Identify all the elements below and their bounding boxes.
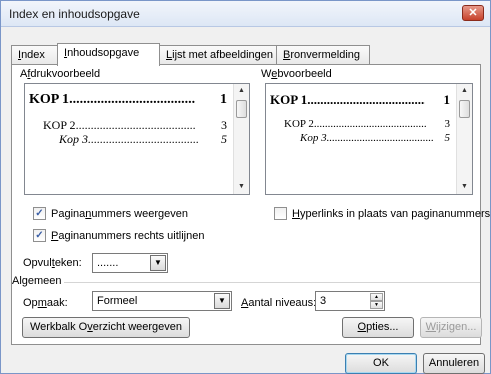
web-toc-entry-2: KOP 2...................................…	[284, 118, 450, 130]
print-toc-entry-1: KOP 1...................................…	[29, 92, 227, 107]
spin-up-icon[interactable]: ▲	[370, 293, 383, 301]
cancel-button[interactable]: Annuleren	[423, 353, 485, 374]
tab-index-label: ndex	[21, 49, 45, 61]
web-toc-entry-3: Kop 3...................................…	[300, 132, 450, 144]
tab-index[interactable]: Index	[11, 45, 58, 65]
chevron-down-icon[interactable]: ▼	[214, 293, 230, 309]
tab-citations[interactable]: Bronvermelding	[276, 45, 370, 65]
tab-citations-label: ronvermelding	[290, 49, 361, 61]
levels-label: Aantal niveaus:	[241, 297, 317, 309]
general-group-label: Algemeen	[12, 275, 62, 287]
print-preview: KOP 1...................................…	[24, 83, 250, 195]
checkbox-unchecked-icon[interactable]	[274, 207, 287, 220]
tab-leader-label: Opvulteken:	[23, 257, 82, 269]
dialog-title: Index en inhoudsopgave	[9, 7, 140, 21]
checkbox-checked-icon[interactable]: ✓	[33, 229, 46, 242]
ok-button[interactable]: OK	[345, 353, 417, 374]
tab-figures-label: ijst met afbeeldingen	[172, 49, 274, 61]
tab-figures[interactable]: Lijst met afbeeldingen	[159, 45, 277, 65]
format-select[interactable]: Formeel ▼	[92, 291, 232, 311]
close-button[interactable]: ✕	[462, 5, 484, 21]
chevron-down-icon[interactable]: ▼	[150, 255, 166, 271]
checkbox-checked-icon[interactable]: ✓	[33, 207, 46, 220]
format-label: Opmaak:	[23, 297, 68, 309]
print-preview-label: Afdrukvoorbeeld	[20, 68, 101, 80]
tab-leader-value: .......	[97, 257, 119, 269]
web-preview-scrollbar[interactable]: ▲ ▼	[456, 84, 472, 194]
spin-down-icon[interactable]: ▼	[370, 301, 383, 309]
modify-button[interactable]: Wijzigen...	[420, 317, 482, 338]
scroll-up-icon[interactable]: ▲	[457, 84, 472, 98]
levels-value: 3	[320, 295, 327, 307]
levels-spinner[interactable]: 3 ▲ ▼	[315, 291, 385, 311]
close-icon: ✕	[468, 7, 478, 19]
general-separator	[64, 282, 480, 283]
print-toc-entry-3: Kop 3...................................…	[59, 132, 227, 146]
tab-panel: Afdrukvoorbeeld KOP 1...................…	[11, 64, 490, 345]
print-preview-scrollbar[interactable]: ▲ ▼	[233, 84, 249, 194]
tab-leader-select[interactable]: ....... ▼	[92, 253, 168, 273]
scroll-down-icon[interactable]: ▼	[457, 180, 472, 194]
options-button[interactable]: Opties...	[342, 317, 414, 338]
title-bar: Index en inhoudsopgave ✕	[1, 1, 490, 27]
scroll-down-icon[interactable]: ▼	[234, 180, 249, 194]
hyperlinks-checkbox[interactable]: Hyperlinks in plaats van paginanummers	[274, 207, 490, 220]
web-preview: KOP 1...................................…	[265, 83, 473, 195]
outline-toolbar-button[interactable]: Werkbalk Overzicht weergeven	[22, 317, 190, 338]
tab-inhoudsopgave[interactable]: Inhoudsopgave	[57, 43, 160, 66]
print-toc-entry-2: KOP 2...................................…	[43, 118, 227, 132]
scroll-thumb[interactable]	[459, 100, 470, 118]
format-value: Formeel	[97, 295, 138, 307]
right-align-checkbox[interactable]: ✓ Paginanummers rechts uitlijnen	[33, 229, 204, 242]
tab-toc-label: nhoudsopgave	[67, 47, 140, 59]
scroll-thumb[interactable]	[236, 100, 247, 118]
scroll-up-icon[interactable]: ▲	[234, 84, 249, 98]
dialog-window: Index en inhoudsopgave ✕ Index Inhoudsop…	[0, 0, 491, 374]
web-preview-label: Webvoorbeeld	[261, 68, 332, 80]
show-page-numbers-checkbox[interactable]: ✓ Pagina n ummers weergeven	[33, 207, 188, 220]
web-toc-entry-1: KOP 1...................................…	[270, 92, 450, 107]
